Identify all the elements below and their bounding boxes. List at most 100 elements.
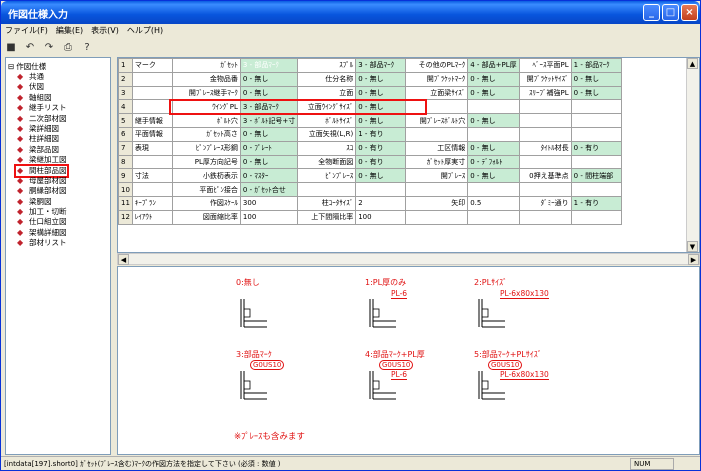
- field-value[interactable]: 0 - 無し: [239, 85, 299, 101]
- field-value[interactable]: 0 - 無し: [355, 71, 407, 87]
- field-value[interactable]: 0 - 無し: [570, 71, 622, 87]
- tree-item[interactable]: ◆ 部材リスト: [16, 238, 67, 248]
- tree-item[interactable]: ◆ 梁胴図: [16, 197, 67, 207]
- field-value[interactable]: 0 - 無し: [467, 113, 520, 128]
- diamond-icon: ◆: [17, 217, 24, 227]
- field-value[interactable]: 0 - 無し: [355, 168, 407, 184]
- field-value[interactable]: 0 - 有り: [570, 140, 622, 156]
- preview-option-label: 1:PL厚のみ: [365, 278, 407, 287]
- field-value[interactable]: 300: [239, 195, 299, 211]
- table-row: 2 金物品番 0 - 無し 仕分名称 0 - 無し 開ﾌﾞﾗｹｯﾄﾏｰｸ 0 - 無し 開ﾌﾞ…: [118, 71, 622, 87]
- field-value[interactable]: 0 - ｶﾞｾｯﾄ合せ: [239, 182, 299, 197]
- row-number: 4: [118, 99, 133, 115]
- scroll-down-icon[interactable]: ▼: [687, 241, 698, 252]
- tree-item[interactable]: ◆ 胴縁部材図: [16, 186, 67, 196]
- diamond-icon: ◆: [17, 103, 24, 113]
- field-value[interactable]: 0 - ﾏｽﾀｰ: [239, 168, 299, 184]
- save-icon[interactable]: ■: [5, 42, 17, 54]
- field-value[interactable]: 0 - 無し: [467, 85, 520, 101]
- diamond-icon: ◆: [17, 207, 24, 217]
- tree-item[interactable]: ◆ 梁部品図: [16, 145, 67, 155]
- field-value[interactable]: 0 - ﾌﾟﾚｰﾄ: [239, 140, 299, 156]
- field-value[interactable]: [467, 209, 520, 225]
- field-value[interactable]: [570, 209, 622, 225]
- undo-icon[interactable]: ↶: [24, 42, 36, 54]
- scroll-right-icon[interactable]: ▶: [688, 254, 699, 265]
- scroll-up-icon[interactable]: ▲: [687, 58, 698, 69]
- field-label: ｶﾞｾｯﾄ厚実寸: [405, 154, 469, 170]
- field-value[interactable]: 0 - 無し: [239, 154, 299, 170]
- field-value[interactable]: 0 - 無し: [239, 71, 299, 87]
- field-value[interactable]: 1 - 有り: [355, 126, 407, 142]
- field-value[interactable]: 4 - 部品+PL厚: [467, 58, 520, 73]
- tree-item[interactable]: ◆ 梁継加工図: [16, 155, 67, 165]
- field-value[interactable]: [570, 126, 622, 142]
- section-label: 継手情報: [131, 113, 173, 128]
- field-value[interactable]: 0 - 有り: [355, 154, 407, 170]
- tree-item[interactable]: ◆ 仕口組立図: [16, 217, 67, 227]
- field-value[interactable]: [570, 154, 622, 170]
- tree-item[interactable]: ◆ 間柱部品図: [14, 163, 69, 178]
- tree-item[interactable]: ◆ 伏図: [16, 82, 67, 92]
- field-value[interactable]: 0 - 間柱端部: [570, 168, 622, 184]
- tree-item[interactable]: ◆ 軸組図: [16, 93, 67, 103]
- scroll-left-icon[interactable]: ◀: [118, 254, 129, 265]
- menu-edit[interactable]: 編集(E): [56, 25, 83, 39]
- section-label: [131, 71, 173, 87]
- field-value[interactable]: [570, 182, 622, 197]
- field-value[interactable]: 0 - 無し: [467, 71, 520, 87]
- field-value[interactable]: 1 - 有り: [570, 195, 622, 211]
- field-value[interactable]: [467, 126, 520, 142]
- maximize-button[interactable]: □: [662, 4, 679, 21]
- field-value[interactable]: 0.5: [467, 195, 520, 211]
- field-value[interactable]: 0 - 無し: [570, 85, 622, 101]
- tree-item[interactable]: ◆ 架構詳細図: [16, 228, 67, 238]
- tree-item[interactable]: ◆ 梁詳細図: [16, 124, 67, 134]
- diamond-icon: ◆: [17, 72, 24, 81]
- close-button[interactable]: ×: [681, 4, 698, 21]
- field-value[interactable]: 0 - 有り: [355, 140, 407, 156]
- field-value[interactable]: 0 - 無し: [355, 85, 407, 101]
- field-value[interactable]: 2: [355, 195, 407, 211]
- print-icon[interactable]: ⎙: [62, 42, 74, 54]
- tree-item[interactable]: ◆ 二次部材図: [16, 114, 67, 124]
- tree-item[interactable]: ◆ 加工・切断: [16, 207, 67, 217]
- menu-file[interactable]: ファイル(F): [5, 25, 48, 39]
- field-value[interactable]: 0 - 無し: [239, 126, 299, 142]
- field-value[interactable]: 100: [239, 209, 299, 225]
- field-value[interactable]: [570, 99, 622, 115]
- field-value[interactable]: 1 - 部品ﾏｰｸ: [570, 58, 622, 73]
- tree-item[interactable]: ◆ 継手リスト: [16, 103, 67, 113]
- tree-item[interactable]: ◆ 共通: [16, 72, 67, 82]
- field-value[interactable]: 0 - ﾃﾞﾌｫﾙﾄ: [467, 154, 520, 170]
- tree-item[interactable]: ◆ 母屋部材図: [16, 176, 67, 186]
- field-label: ｶﾞｾｯﾄ: [171, 58, 241, 73]
- menu-view[interactable]: 表示(V): [91, 25, 119, 39]
- tree-item[interactable]: ◆ 柱詳細図: [16, 134, 67, 144]
- menu-help[interactable]: ヘルプ(H): [127, 25, 163, 39]
- field-value[interactable]: [467, 99, 520, 115]
- field-label: [405, 182, 469, 197]
- field-value[interactable]: 0 - 無し: [467, 168, 520, 184]
- redo-icon[interactable]: ↷: [43, 42, 55, 54]
- field-value[interactable]: 3 - ﾎﾞﾙﾄ記号+寸: [239, 113, 299, 128]
- horizontal-scrollbar[interactable]: ◀ ▶: [117, 253, 700, 265]
- section-label: [131, 85, 173, 101]
- field-value[interactable]: [355, 182, 407, 197]
- field-value[interactable]: 3 - 部品ﾏｰｸ: [239, 58, 299, 73]
- field-value[interactable]: 0 - 無し: [467, 140, 520, 156]
- minimize-button[interactable]: _: [643, 4, 660, 21]
- tree-root[interactable]: ⊟ 作図仕様: [8, 61, 46, 72]
- field-value[interactable]: 100: [355, 209, 407, 225]
- field-value[interactable]: 3 - 部品ﾏｰｸ: [355, 58, 407, 73]
- spec-table: 1 マーク ｶﾞｾｯﾄ 3 - 部品ﾏｰｸ ｽﾌﾟﾙ 3 - 部品ﾏｰｸ その他のPLﾏｰｸ…: [118, 58, 622, 225]
- diamond-icon: ◆: [17, 227, 24, 237]
- vertical-scrollbar[interactable]: ▲ ▼: [686, 58, 699, 252]
- field-label: ﾎﾞﾙﾄ穴: [171, 113, 241, 128]
- field-value[interactable]: [467, 182, 520, 197]
- table-row: 7 表現 ﾋﾟﾝﾌﾟﾚｰｽ形鋼 0 - ﾌﾟﾚｰﾄ ｽｺ 0 - 有り 工区情報 0 - 無し…: [118, 140, 622, 156]
- help-icon[interactable]: ?: [81, 42, 93, 54]
- preview-note: ※ﾌﾟﾚｰｽも含みます: [234, 432, 305, 442]
- field-value[interactable]: 0 - 無し: [355, 113, 407, 128]
- field-value[interactable]: [570, 113, 622, 128]
